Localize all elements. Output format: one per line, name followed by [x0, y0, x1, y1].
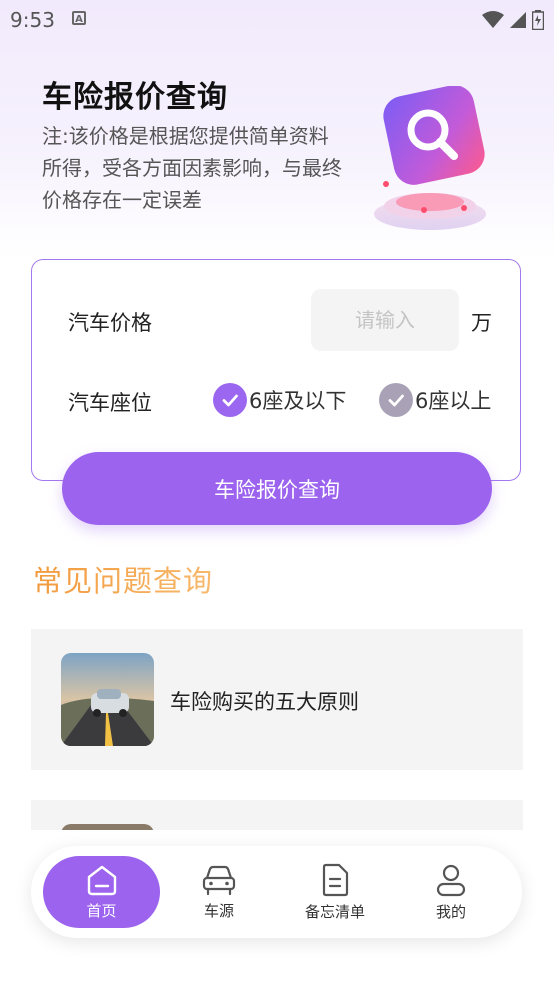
signal-icon [509, 11, 526, 28]
unchecked-icon [379, 383, 413, 417]
seat-option-label: 6座以上 [415, 389, 492, 413]
bottom-tab-bar: 首页 车源 备忘清单 我的 [31, 846, 522, 938]
notification-a-icon: A [72, 11, 86, 25]
tab-home[interactable]: 首页 [43, 856, 160, 928]
tab-car-source[interactable]: 车源 [171, 856, 267, 928]
status-icons [481, 9, 544, 30]
price-unit-label: 万 [471, 311, 492, 335]
car-icon [202, 865, 236, 895]
document-icon [322, 863, 349, 896]
checked-icon [213, 383, 247, 417]
search-hero-illustration [374, 86, 486, 230]
user-icon [436, 864, 466, 896]
quote-query-button[interactable]: 车险报价查询 [62, 452, 492, 525]
tab-label: 我的 [435, 902, 466, 921]
car-seat-label: 汽车座位 [68, 391, 152, 415]
faq-list-item-partial[interactable] [31, 800, 523, 830]
seat-option-label: 6座及以下 [249, 389, 347, 413]
faq-item-title: 车险购买的五大原则 [170, 690, 359, 714]
faq-thumbnail-car-road [61, 653, 154, 746]
seat-option-6-or-less[interactable]: 6座及以下 [213, 383, 346, 417]
battery-icon [532, 9, 544, 30]
home-icon [87, 865, 116, 895]
status-time: 9:53 [10, 8, 55, 32]
seat-option-above-6[interactable]: 6座以上 [379, 383, 491, 417]
tab-label: 备忘清单 [304, 902, 365, 921]
wifi-icon [481, 10, 504, 28]
faq-thumbnail-partial [61, 824, 154, 830]
car-price-label: 汽车价格 [68, 311, 152, 335]
faq-list-item[interactable]: 车险购买的五大原则 [31, 629, 523, 770]
page-title: 车险报价查询 [42, 80, 228, 115]
tab-label: 车源 [203, 901, 234, 920]
price-disclaimer: 注:该价格是根据您提供简单资料所得，受各方面因素影响，与最终价格存在一定误差 [42, 124, 342, 212]
tab-label: 首页 [86, 901, 117, 920]
tab-mine[interactable]: 我的 [403, 856, 499, 928]
car-price-input[interactable] [311, 289, 459, 351]
status-bar: 9:53 A [0, 0, 554, 38]
faq-section-title: 常见问题查询 [33, 558, 213, 600]
tab-memo-list[interactable]: 备忘清单 [285, 856, 385, 928]
